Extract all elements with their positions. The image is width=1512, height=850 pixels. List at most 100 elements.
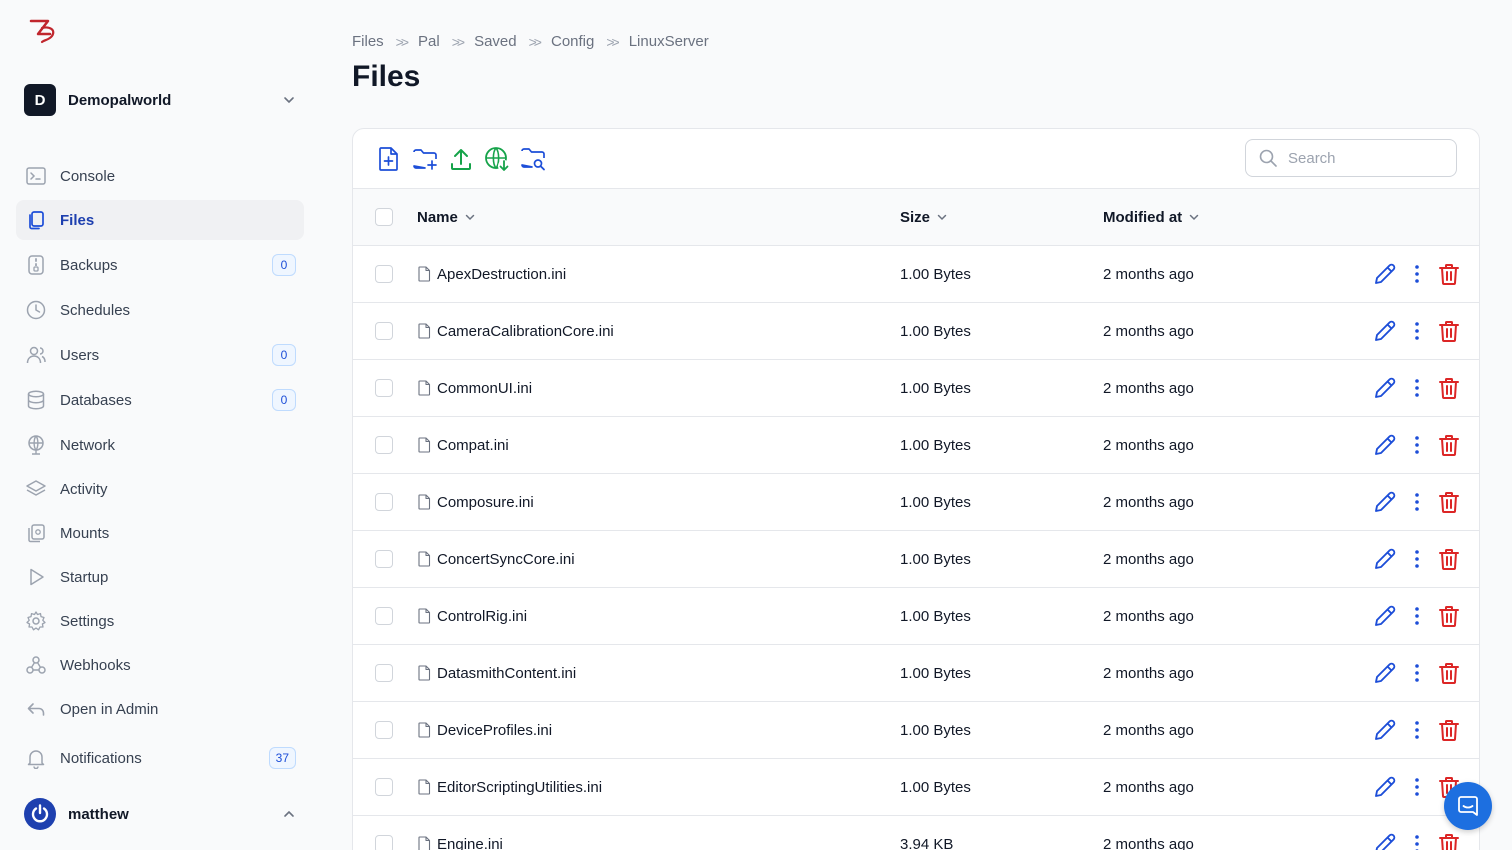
row-checkbox[interactable] bbox=[375, 379, 393, 397]
row-checkbox[interactable] bbox=[375, 322, 393, 340]
edit-button[interactable] bbox=[1373, 376, 1397, 400]
search-folder-button[interactable] bbox=[519, 145, 547, 173]
table-row[interactable]: ControlRig.ini 1.00 Bytes 2 months ago bbox=[353, 588, 1479, 645]
edit-button[interactable] bbox=[1373, 319, 1397, 343]
edit-button[interactable] bbox=[1373, 604, 1397, 628]
sidebar-item-webhooks[interactable]: Webhooks bbox=[16, 645, 304, 685]
delete-button[interactable] bbox=[1437, 547, 1461, 571]
sidebar-item-users[interactable]: Users 0 bbox=[16, 335, 304, 375]
file-name-link[interactable]: DatasmithContent.ini bbox=[417, 665, 576, 682]
edit-button[interactable] bbox=[1373, 490, 1397, 514]
more-options-button[interactable] bbox=[1405, 262, 1429, 286]
sidebar-item-databases[interactable]: Databases 0 bbox=[16, 380, 304, 420]
file-name: Composure.ini bbox=[437, 493, 534, 511]
row-checkbox[interactable] bbox=[375, 550, 393, 568]
sidebar-item-console[interactable]: Console bbox=[16, 156, 304, 196]
sidebar-item-settings[interactable]: Settings bbox=[16, 601, 304, 641]
sidebar-item-schedules[interactable]: Schedules bbox=[16, 290, 304, 330]
row-checkbox[interactable] bbox=[375, 835, 393, 850]
delete-button[interactable] bbox=[1437, 433, 1461, 457]
sidebar-item-open-in-admin[interactable]: Open in Admin bbox=[16, 689, 304, 729]
breadcrumb-config[interactable]: Config bbox=[551, 33, 594, 50]
row-checkbox[interactable] bbox=[375, 265, 393, 283]
breadcrumb-files[interactable]: Files bbox=[352, 33, 384, 50]
edit-button[interactable] bbox=[1373, 832, 1397, 850]
table-row[interactable]: Compat.ini 1.00 Bytes 2 months ago bbox=[353, 417, 1479, 474]
more-options-button[interactable] bbox=[1405, 832, 1429, 850]
upload-button[interactable] bbox=[447, 145, 475, 173]
table-row[interactable]: ConcertSyncCore.ini 1.00 Bytes 2 months … bbox=[353, 531, 1479, 588]
breadcrumb-saved[interactable]: Saved bbox=[474, 33, 517, 50]
file-name-link[interactable]: DeviceProfiles.ini bbox=[417, 722, 552, 739]
row-checkbox[interactable] bbox=[375, 778, 393, 796]
more-options-button[interactable] bbox=[1405, 433, 1429, 457]
new-file-button[interactable] bbox=[375, 145, 403, 173]
row-checkbox[interactable] bbox=[375, 493, 393, 511]
new-folder-button[interactable] bbox=[411, 145, 439, 173]
table-row[interactable]: DeviceProfiles.ini 1.00 Bytes 2 months a… bbox=[353, 702, 1479, 759]
sidebar-item-startup[interactable]: Startup bbox=[16, 557, 304, 597]
support-chat-button[interactable] bbox=[1444, 782, 1492, 830]
more-options-button[interactable] bbox=[1405, 319, 1429, 343]
row-checkbox[interactable] bbox=[375, 664, 393, 682]
file-name-link[interactable]: CameraCalibrationCore.ini bbox=[417, 323, 614, 340]
select-all-checkbox[interactable] bbox=[375, 208, 393, 226]
file-name-link[interactable]: EditorScriptingUtilities.ini bbox=[417, 779, 602, 796]
column-header-size[interactable]: Size bbox=[900, 209, 948, 226]
more-options-button[interactable] bbox=[1405, 604, 1429, 628]
delete-button[interactable] bbox=[1437, 490, 1461, 514]
server-selector[interactable]: D Demopalworld bbox=[24, 84, 296, 116]
delete-button[interactable] bbox=[1437, 262, 1461, 286]
row-checkbox[interactable] bbox=[375, 436, 393, 454]
row-checkbox[interactable] bbox=[375, 607, 393, 625]
sidebar-item-notifications[interactable]: Notifications 37 bbox=[16, 738, 304, 778]
delete-button[interactable] bbox=[1437, 832, 1461, 850]
file-name-link[interactable]: Composure.ini bbox=[417, 494, 534, 511]
delete-button[interactable] bbox=[1437, 661, 1461, 685]
edit-button[interactable] bbox=[1373, 547, 1397, 571]
breadcrumb-pal[interactable]: Pal bbox=[418, 33, 440, 50]
more-options-button[interactable] bbox=[1405, 376, 1429, 400]
column-header-modified[interactable]: Modified at bbox=[1103, 209, 1200, 226]
file-name-link[interactable]: ConcertSyncCore.ini bbox=[417, 551, 575, 568]
edit-button[interactable] bbox=[1373, 661, 1397, 685]
file-name-link[interactable]: ControlRig.ini bbox=[417, 608, 527, 625]
table-row[interactable]: DatasmithContent.ini 1.00 Bytes 2 months… bbox=[353, 645, 1479, 702]
table-row[interactable]: Composure.ini 1.00 Bytes 2 months ago bbox=[353, 474, 1479, 531]
file-name-link[interactable]: Compat.ini bbox=[417, 437, 509, 454]
edit-button[interactable] bbox=[1373, 433, 1397, 457]
edit-button[interactable] bbox=[1373, 775, 1397, 799]
more-options-button[interactable] bbox=[1405, 490, 1429, 514]
sidebar-item-activity[interactable]: Activity bbox=[16, 469, 304, 509]
table-row[interactable]: EditorScriptingUtilities.ini 1.00 Bytes … bbox=[353, 759, 1479, 816]
sidebar-item-network[interactable]: Network bbox=[16, 425, 304, 465]
user-menu[interactable]: matthew bbox=[24, 797, 296, 831]
sidebar-item-backups[interactable]: Backups 0 bbox=[16, 245, 304, 285]
sidebar-item-label: Open in Admin bbox=[60, 700, 159, 718]
delete-button[interactable] bbox=[1437, 319, 1461, 343]
delete-button[interactable] bbox=[1437, 718, 1461, 742]
table-row[interactable]: ApexDestruction.ini 1.00 Bytes 2 months … bbox=[353, 246, 1479, 303]
row-checkbox[interactable] bbox=[375, 721, 393, 739]
column-header-name[interactable]: Name bbox=[417, 209, 476, 226]
table-row[interactable]: Engine.ini 3.94 KB 2 months ago bbox=[353, 816, 1479, 850]
more-options-button[interactable] bbox=[1405, 661, 1429, 685]
edit-button[interactable] bbox=[1373, 718, 1397, 742]
edit-button[interactable] bbox=[1373, 262, 1397, 286]
file-name-link[interactable]: CommonUI.ini bbox=[417, 380, 532, 397]
delete-button[interactable] bbox=[1437, 604, 1461, 628]
more-options-button[interactable] bbox=[1405, 775, 1429, 799]
row-actions bbox=[1365, 604, 1461, 628]
table-row[interactable]: CameraCalibrationCore.ini 1.00 Bytes 2 m… bbox=[353, 303, 1479, 360]
table-row[interactable]: CommonUI.ini 1.00 Bytes 2 months ago bbox=[353, 360, 1479, 417]
sidebar-item-files[interactable]: Files bbox=[16, 200, 304, 240]
file-name-link[interactable]: Engine.ini bbox=[417, 836, 503, 850]
search-input[interactable] bbox=[1288, 149, 1438, 167]
breadcrumb-linuxserver[interactable]: LinuxServer bbox=[629, 33, 709, 50]
remote-download-button[interactable] bbox=[483, 145, 511, 173]
sidebar-item-mounts[interactable]: Mounts bbox=[16, 513, 304, 553]
delete-button[interactable] bbox=[1437, 376, 1461, 400]
more-options-button[interactable] bbox=[1405, 547, 1429, 571]
file-name-link[interactable]: ApexDestruction.ini bbox=[417, 266, 566, 283]
more-options-button[interactable] bbox=[1405, 718, 1429, 742]
